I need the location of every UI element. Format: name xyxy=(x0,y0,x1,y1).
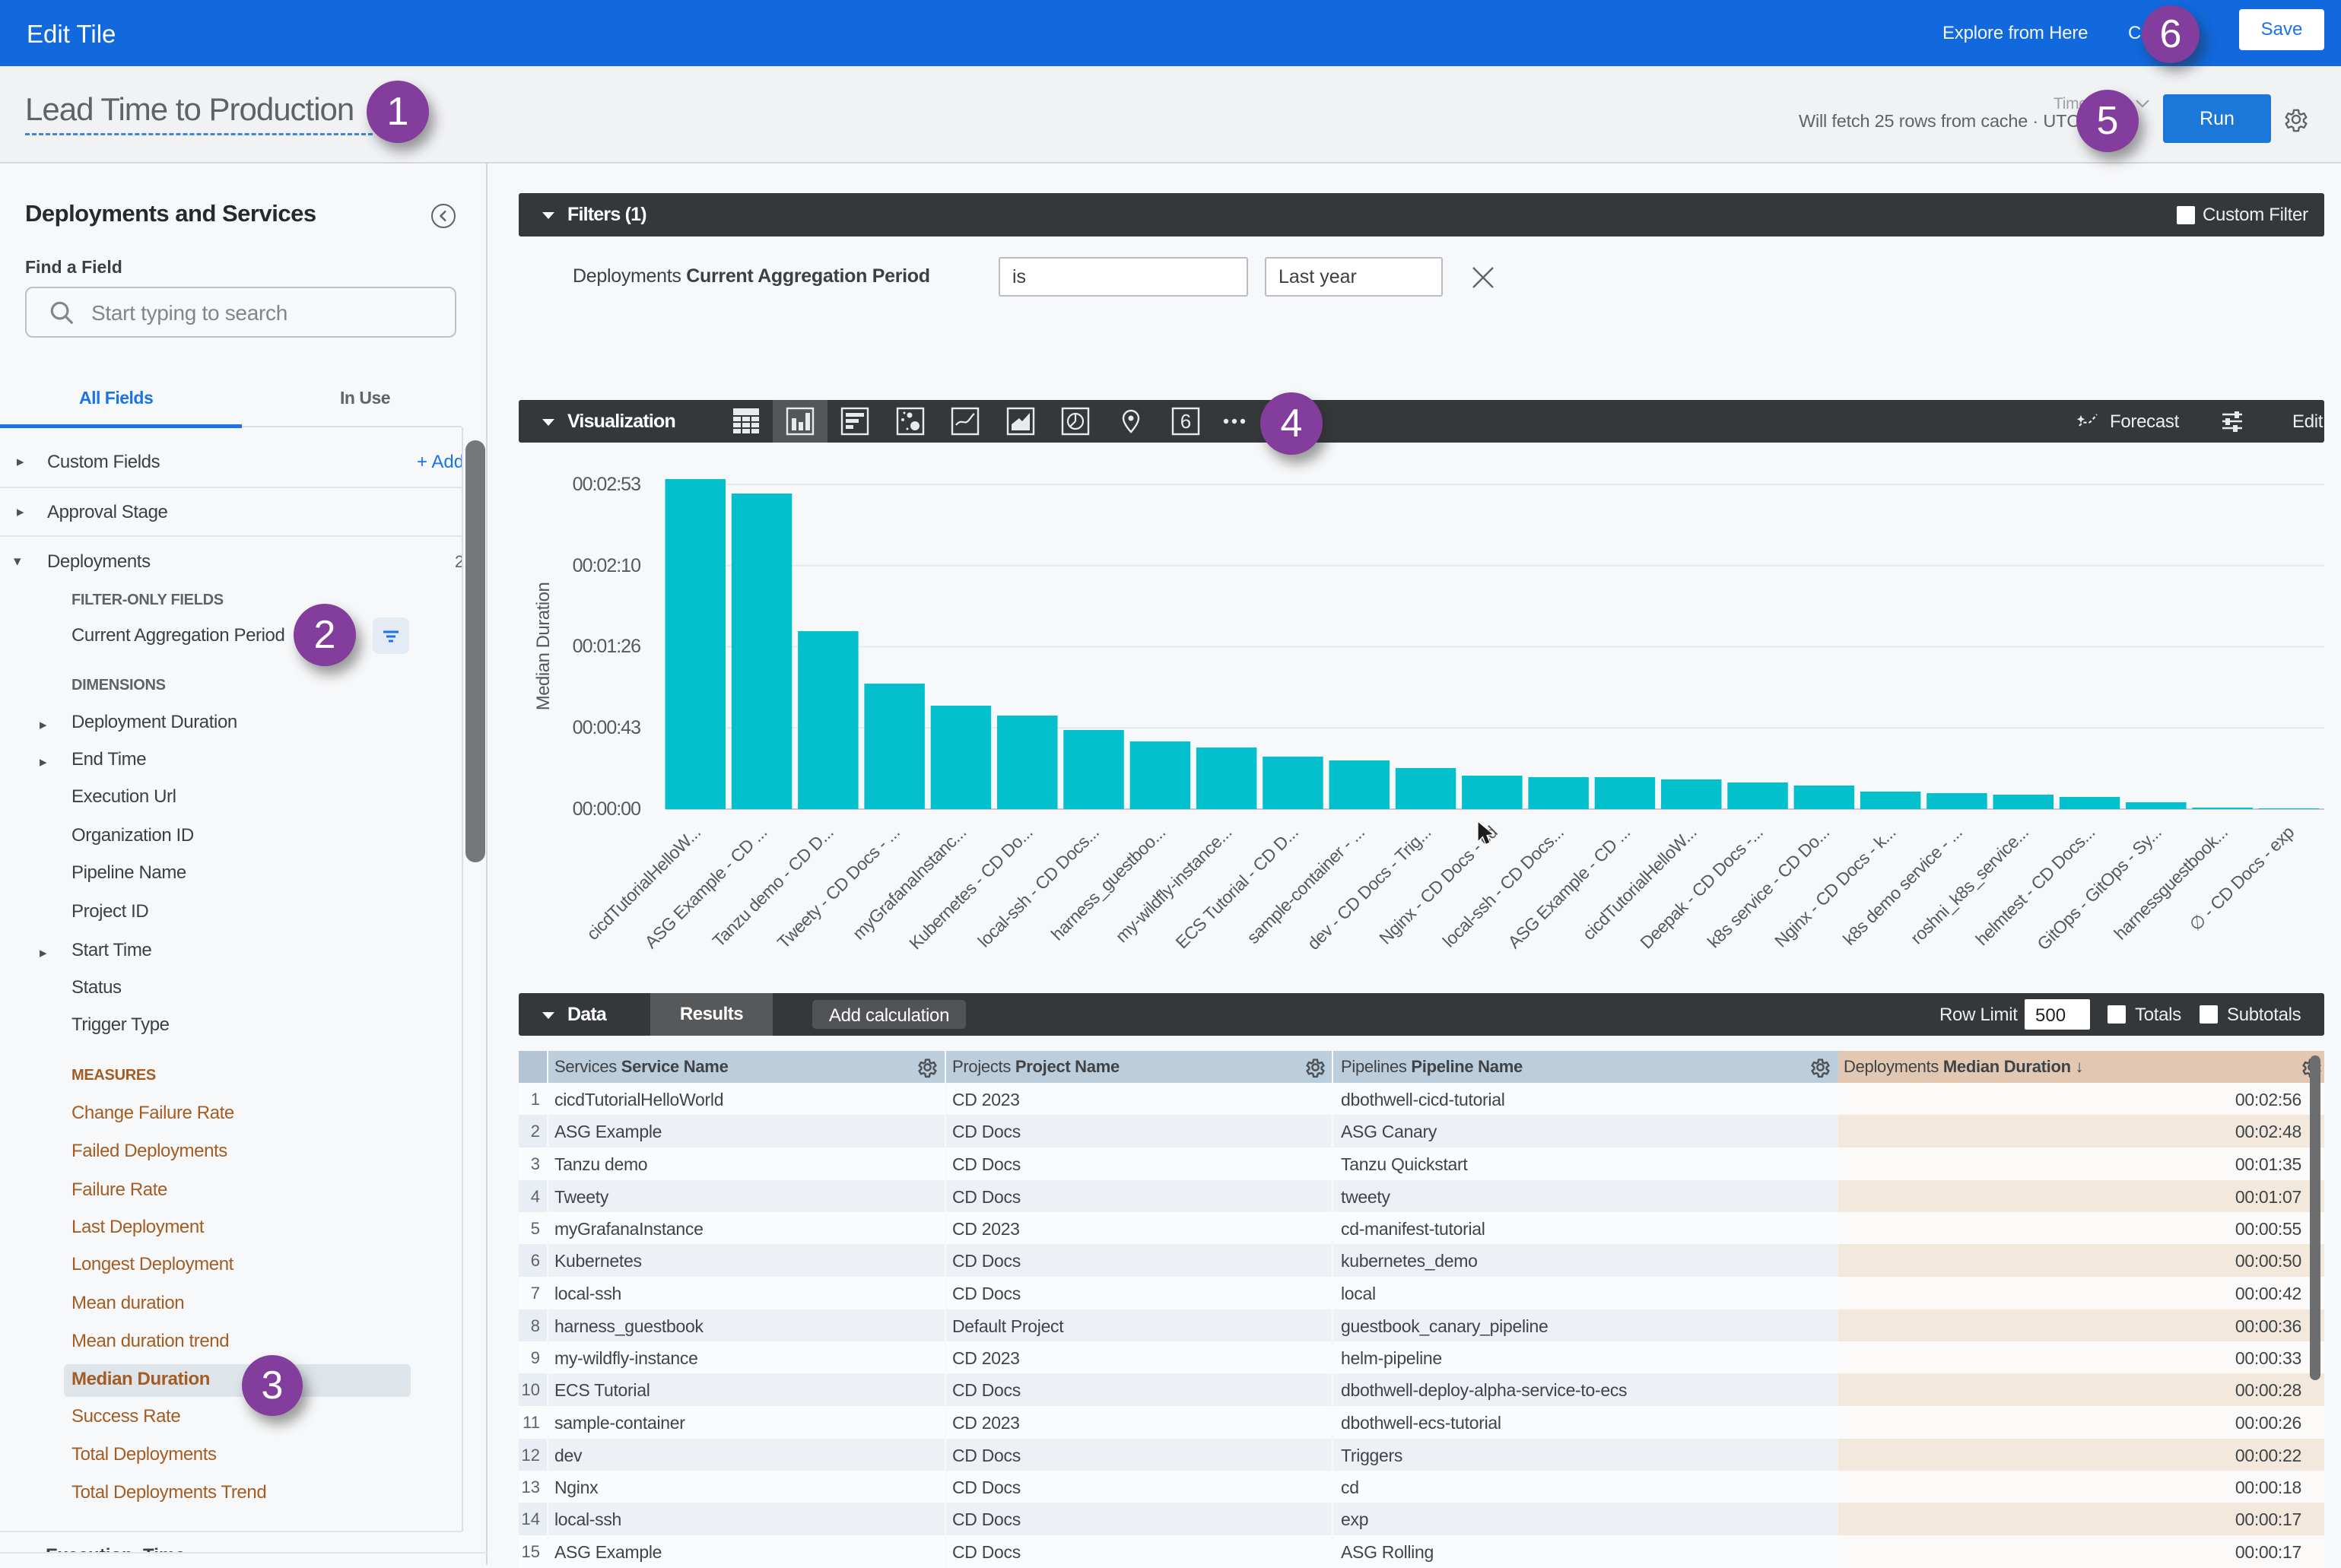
svg-text:ASG Example - CD ...: ASG Example - CD ... xyxy=(1504,822,1634,952)
svg-text:sample-container - ...: sample-container - ... xyxy=(1243,822,1368,947)
svg-text:00:00:43: 00:00:43 xyxy=(573,717,640,738)
svg-text:Tanzu demo - CD D...: Tanzu demo - CD D... xyxy=(709,822,837,951)
svg-text:ECS Tutorial - CD D...: ECS Tutorial - CD D... xyxy=(1172,822,1302,952)
svg-text:cicdTutorialHelloW...: cicdTutorialHelloW... xyxy=(583,822,704,944)
svg-text:harness_guestboo...: harness_guestboo... xyxy=(1047,822,1169,944)
svg-text:Tweety - CD Docs - ...: Tweety - CD Docs - ... xyxy=(773,822,904,952)
svg-text:GitOps - GitOps - Sy...: GitOps - GitOps - Sy... xyxy=(2033,822,2165,954)
svg-text:k8s service - CD Do...: k8s service - CD Do... xyxy=(1704,822,1833,951)
svg-text:ASG Example - CD ...: ASG Example - CD ... xyxy=(640,822,770,952)
svg-text:00:00:00: 00:00:00 xyxy=(573,798,640,820)
svg-text:harnessguestbook...: harnessguestbook... xyxy=(2110,822,2231,943)
svg-text:myGrafanaInstanc...: myGrafanaInstanc... xyxy=(849,822,970,943)
svg-text:Kubernetes - CD Do...: Kubernetes - CD Do... xyxy=(905,822,1036,953)
svg-text:my-wildfly-instance...: my-wildfly-instance... xyxy=(1111,822,1235,946)
svg-text:00:01:26: 00:01:26 xyxy=(573,636,640,657)
svg-text:roshni_k8s_service...: roshni_k8s_service... xyxy=(1907,822,2032,947)
svg-text:cicdTutorialHelloW...: cicdTutorialHelloW... xyxy=(1578,822,1700,944)
svg-text:Nginx - CD Docs - cd: Nginx - CD Docs - cd xyxy=(1375,822,1501,947)
svg-text:Median Duration: Median Duration xyxy=(533,582,554,711)
svg-text:00:02:53: 00:02:53 xyxy=(573,474,640,495)
svg-text:Nginx - CD Docs - k...: Nginx - CD Docs - k... xyxy=(1771,822,1899,951)
svg-text:dev - CD Docs - Trig...: dev - CD Docs - Trig... xyxy=(1304,822,1435,954)
svg-text:helmtest - CD Docs...: helmtest - CD Docs... xyxy=(1971,822,2098,949)
svg-text:6: 6 xyxy=(1180,410,1191,433)
svg-text:local-ssh - CD Docs...: local-ssh - CD Docs... xyxy=(974,822,1102,951)
svg-text:local-ssh - CD Docs...: local-ssh - CD Docs... xyxy=(1439,822,1568,951)
svg-text:Deepak - CD Docs -...: Deepak - CD Docs -... xyxy=(1636,822,1767,953)
svg-text:k8s demo service - ...: k8s demo service - ... xyxy=(1839,822,1966,949)
svg-text:00:02:10: 00:02:10 xyxy=(573,555,640,576)
